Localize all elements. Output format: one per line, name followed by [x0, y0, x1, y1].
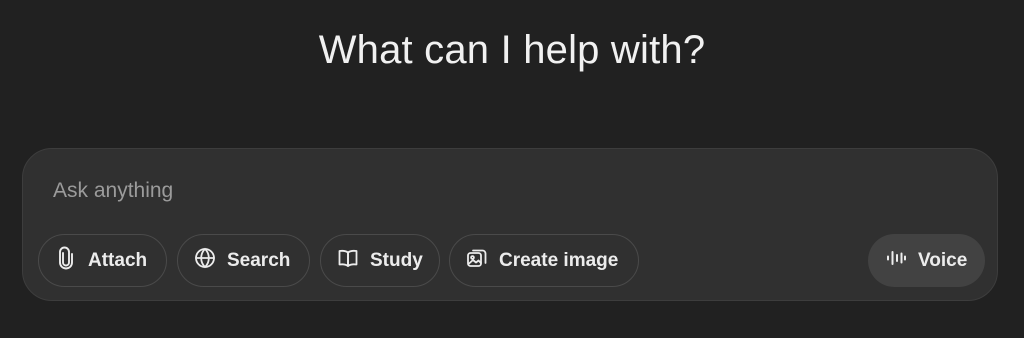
image-icon	[465, 246, 489, 276]
attach-button[interactable]: Attach	[38, 234, 167, 287]
study-button[interactable]: Study	[320, 234, 440, 287]
composer: Attach Search Study	[22, 148, 998, 301]
waveform-icon	[884, 246, 908, 276]
voice-button[interactable]: Voice	[868, 234, 985, 287]
prompt-input[interactable]	[53, 173, 853, 209]
page-title: What can I help with?	[318, 28, 706, 72]
search-button[interactable]: Search	[177, 234, 310, 287]
attach-label: Attach	[88, 249, 148, 271]
search-label: Search	[227, 249, 291, 271]
create-image-label: Create image	[499, 249, 619, 271]
book-icon	[336, 246, 360, 276]
paperclip-icon	[54, 246, 78, 276]
create-image-button[interactable]: Create image	[449, 234, 639, 287]
chat-home: What can I help with? Attach Search	[0, 0, 1024, 338]
study-label: Study	[370, 249, 423, 271]
voice-label: Voice	[918, 249, 968, 271]
globe-icon	[193, 246, 217, 276]
